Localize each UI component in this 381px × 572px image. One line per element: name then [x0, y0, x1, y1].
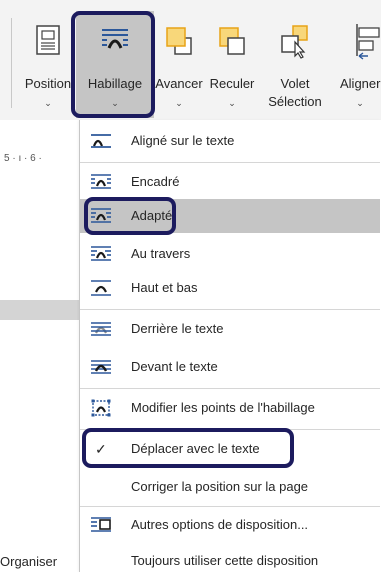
menu-separator	[80, 309, 380, 310]
move-with-text-focus-outline	[82, 428, 294, 468]
menu-item-always-use-layout[interactable]: Toujours utiliser cette disposition	[80, 546, 380, 572]
layout-options-icon	[90, 516, 112, 534]
avancer-label: Avancer	[155, 76, 203, 91]
through-wrap-icon	[90, 245, 112, 263]
position-button[interactable]: Position ⌄	[20, 0, 76, 120]
ruler: 5 · ı · 6 ·	[4, 153, 42, 164]
square-wrap-icon	[90, 173, 112, 191]
inline-with-text-icon	[90, 132, 112, 150]
avancer-button[interactable]: Avancer ⌄	[154, 0, 204, 120]
group-label-organiser: Organiser	[0, 554, 58, 569]
menu-separator	[80, 388, 380, 389]
menu-item-label: Derrière le texte	[131, 321, 224, 336]
menu-item-behind[interactable]: Derrière le texte	[80, 312, 380, 346]
edit-wrap-points-icon	[90, 399, 112, 417]
menu-item-label: Modifier les points de l'habillage	[131, 400, 315, 415]
menu-item-label: Aligné sur le texte	[131, 133, 235, 148]
menu-item-inline[interactable]: Aligné sur le texte	[80, 124, 380, 158]
top-bottom-wrap-icon	[90, 279, 112, 297]
menu-item-label: Encadré	[131, 174, 180, 189]
menu-item-edit-wrap-points[interactable]: Modifier les points de l'habillage	[80, 391, 380, 425]
behind-text-icon	[90, 320, 112, 338]
ribbon-divider	[11, 18, 12, 108]
menu-item-square[interactable]: Encadré	[80, 165, 380, 199]
menu-item-label: Haut et bas	[131, 280, 198, 295]
document-shaded-area	[0, 300, 80, 320]
selection-label: Sélection	[268, 94, 322, 109]
chevron-down-icon: ⌄	[356, 98, 364, 108]
menu-item-top-bottom[interactable]: Haut et bas	[80, 271, 380, 305]
chevron-down-icon: ⌄	[44, 98, 52, 108]
menu-item-through[interactable]: Au travers	[80, 237, 380, 271]
menu-separator	[80, 162, 380, 163]
menu-item-label: Corriger la position sur la page	[131, 479, 309, 494]
aligner-label: Aligner	[340, 76, 381, 91]
selection-pane-icon	[279, 22, 311, 62]
menu-item-label: Autres options de disposition...	[131, 517, 309, 532]
volet-label: Volet	[280, 76, 310, 91]
position-icon	[32, 22, 64, 62]
reculer-button[interactable]: Reculer ⌄	[206, 0, 258, 120]
menu-item-label: Toujours utiliser cette disposition	[131, 553, 319, 568]
send-backward-icon	[216, 22, 248, 62]
habillage-focus-outline	[71, 11, 155, 118]
menu-item-label: Au travers	[131, 246, 191, 261]
aligner-button[interactable]: Aligner ⌄	[332, 0, 381, 120]
in-front-of-text-icon	[90, 358, 112, 376]
align-icon	[354, 22, 381, 62]
bring-forward-icon	[163, 22, 195, 62]
menu-separator	[80, 506, 380, 507]
chevron-down-icon: ⌄	[175, 98, 183, 108]
menu-item-fix-position[interactable]: Corriger la position sur la page	[80, 470, 380, 504]
adapte-focus-outline	[84, 197, 176, 235]
chevron-down-icon: ⌄	[228, 98, 236, 108]
menu-item-label: Devant le texte	[131, 359, 218, 374]
menu-item-more-layout-options[interactable]: Autres options de disposition...	[80, 508, 380, 542]
selection-pane-button[interactable]: Volet Sélection	[262, 0, 328, 120]
position-label: Position	[24, 76, 72, 91]
menu-item-in-front[interactable]: Devant le texte	[80, 350, 380, 384]
reculer-label: Reculer	[209, 76, 255, 91]
